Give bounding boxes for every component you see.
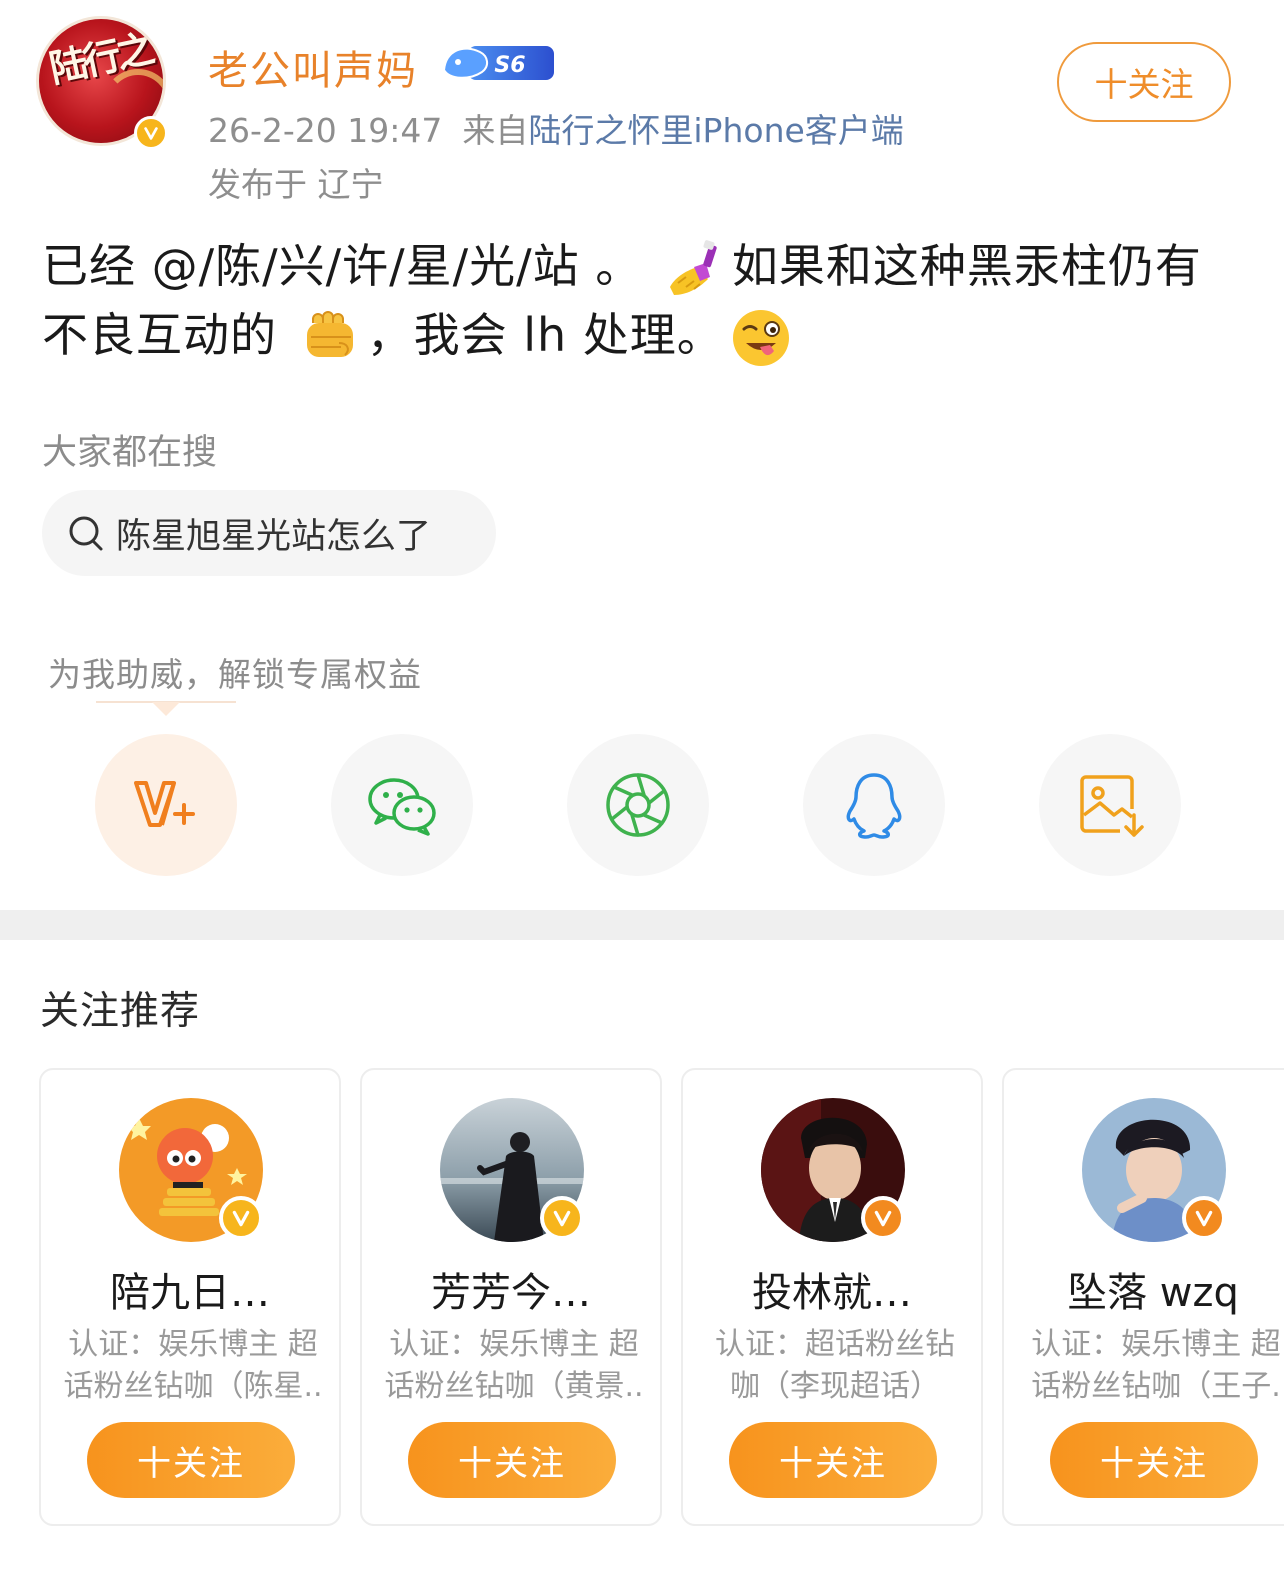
source-prefix: 来自: [462, 111, 529, 150]
post-text-part1: 已经 @/陈/兴/许/星/光/站 。: [42, 239, 643, 293]
tip-caret: [96, 701, 236, 716]
recommend-card[interactable]: 投林就… 认证：超话粉丝钻咖（李现超话） 十关注: [681, 1068, 983, 1526]
fist-emoji: [299, 307, 361, 369]
moments-icon: [606, 773, 670, 837]
member-level-badge: S6: [440, 40, 556, 84]
post-text: 已经 @/陈/兴/许/星/光/站 。 如果和这种黑汞柱仍有不良互动的 ，我会 l…: [42, 232, 1242, 369]
recommend-desc: 认证：娱乐博主 超话粉丝钻咖（黄景..: [384, 1327, 644, 1404]
nail-polish-emoji: [664, 239, 726, 301]
recommend-follow-button[interactable]: 十关注: [87, 1422, 295, 1498]
post-location: 发布于 辽宁: [208, 165, 384, 204]
recommend-follow-button[interactable]: 十关注: [1050, 1422, 1258, 1498]
recommend-name: 芳芳今…: [431, 1270, 591, 1316]
recommend-desc: 认证：娱乐博主 超话粉丝钻咖（王子.: [1031, 1327, 1281, 1404]
share-v-plus-button[interactable]: [95, 734, 237, 876]
verified-icon: [134, 116, 168, 150]
recommend-name: 投林就…: [752, 1270, 912, 1316]
recommend-follow-button[interactable]: 十关注: [408, 1422, 616, 1498]
post-time: 26-2-20 19:47: [208, 111, 443, 150]
hot-search-query: 陈星旭星光站怎么了: [116, 516, 432, 557]
share-wechat-button[interactable]: [331, 734, 473, 876]
follow-button[interactable]: 十关注: [1057, 42, 1231, 122]
recommend-title: 关注推荐: [40, 989, 201, 1034]
verified-icon: [1182, 1196, 1226, 1240]
verified-icon: [540, 1196, 584, 1240]
save-image-icon: [1080, 775, 1144, 837]
post-text-part3: ，我会 lh 处理。: [366, 307, 724, 362]
recommend-desc: 认证：超话粉丝钻咖（李现超话）: [715, 1327, 955, 1404]
poster-avatar[interactable]: 陆行之: [36, 16, 172, 156]
post-meta: 26-2-20 19:47 来自陆行之怀里iPhone客户端: [208, 104, 904, 152]
hot-search-title: 大家都在搜: [42, 433, 218, 473]
share-save-image-button[interactable]: [1039, 734, 1181, 876]
level-text: S6: [494, 53, 525, 78]
wechat-icon: [368, 778, 436, 836]
support-tip: 为我助威，解锁专属权益: [48, 655, 422, 694]
qq-icon: [846, 773, 902, 839]
recommend-card[interactable]: 坠落 wzq 认证：娱乐博主 超话粉丝钻咖（王子. 十关注: [1002, 1068, 1284, 1526]
share-moments-button[interactable]: [567, 734, 709, 876]
recommend-desc: 认证：娱乐博主 超话粉丝钻咖（陈星..: [63, 1327, 323, 1404]
verified-icon: [219, 1196, 263, 1240]
hot-search-pill[interactable]: 陈星旭星光站怎么了: [42, 490, 496, 576]
winking-tongue-emoji: [730, 307, 792, 369]
recommend-name: 坠落 wzq: [1067, 1270, 1239, 1316]
search-icon: [69, 516, 103, 551]
verified-icon: [861, 1196, 905, 1240]
post-source-link[interactable]: 陆行之怀里iPhone客户端: [528, 111, 903, 150]
recommend-card[interactable]: 芳芳今… 认证：娱乐博主 超话粉丝钻咖（黄景.. 十关注: [360, 1068, 662, 1526]
share-qq-button[interactable]: [803, 734, 945, 876]
section-divider: [0, 910, 1284, 940]
v-plus-icon: [134, 781, 195, 827]
recommend-name: 陪九日…: [110, 1270, 270, 1316]
recommend-follow-button[interactable]: 十关注: [729, 1422, 937, 1498]
poster-name[interactable]: 老公叫声妈: [208, 38, 418, 96]
recommend-card[interactable]: 陪九日… 认证：娱乐博主 超话粉丝钻咖（陈星.. 十关注: [39, 1068, 341, 1526]
